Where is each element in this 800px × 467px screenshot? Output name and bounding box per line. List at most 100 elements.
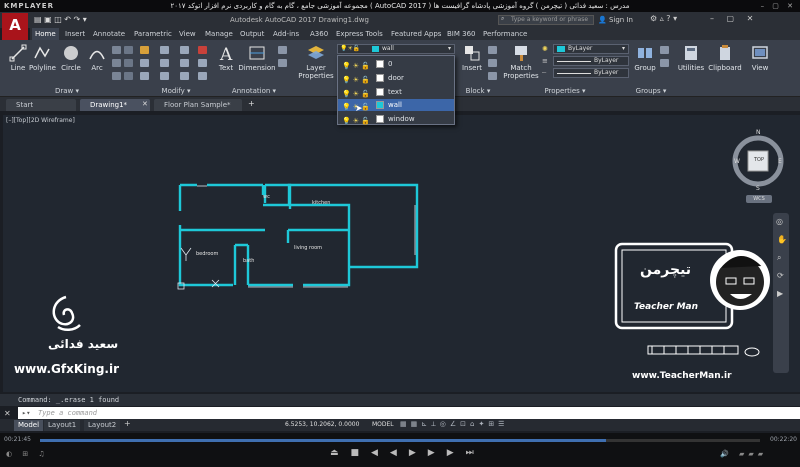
tab-output[interactable]: Output (237, 28, 267, 40)
volume-icon[interactable]: 🔊 ▰▰▰ (720, 450, 767, 458)
move-icon[interactable] (140, 46, 149, 54)
view-button[interactable]: View (748, 44, 772, 72)
match-properties-button[interactable]: Match Properties (503, 44, 539, 80)
wcs-button[interactable]: WCS (746, 195, 772, 203)
doc-tab-floor-plan[interactable]: Floor Plan Sample* (154, 99, 242, 111)
model-space-button[interactable]: MODEL (372, 421, 394, 428)
hatch-icon[interactable] (112, 59, 121, 67)
linetype-combo[interactable]: ByLayer (553, 68, 629, 78)
panel-block-label[interactable]: Block ▾ (456, 86, 500, 96)
line-button[interactable]: Line (8, 44, 28, 72)
tab-express-tools[interactable]: Express Tools (333, 28, 386, 40)
app-menu-button[interactable]: A (2, 13, 28, 40)
viewcube-n[interactable]: N (756, 129, 761, 136)
explode-icon[interactable] (198, 59, 207, 67)
copy-icon[interactable] (140, 59, 149, 67)
viewcube-e[interactable]: E (778, 158, 782, 165)
tab-a360[interactable]: A360 (307, 28, 331, 40)
lineweight-combo[interactable]: ByLayer (553, 56, 629, 66)
tab-annotate[interactable]: Annotate (90, 28, 128, 40)
doc-tab-start[interactable]: Start (6, 99, 76, 111)
steering-wheel-icon[interactable]: ◎ (776, 217, 783, 226)
boundary-icon[interactable] (112, 72, 121, 80)
layer-item[interactable]: 💡☀🔓 door (338, 72, 454, 84)
leader-icon[interactable] (278, 46, 287, 54)
mirror-icon[interactable] (160, 59, 169, 67)
tab-insert[interactable]: Insert (62, 28, 88, 40)
command-close-icon[interactable]: ✕ (4, 409, 11, 418)
gradient-icon[interactable] (124, 59, 133, 67)
signin-button[interactable]: 👤 Sign In (598, 14, 633, 26)
color-combo[interactable]: ByLayer ▾ (553, 44, 629, 54)
viewcube-w[interactable]: W (734, 158, 740, 165)
rectangle-icon[interactable] (112, 46, 121, 54)
panel-groups-label[interactable]: Groups ▾ (630, 86, 672, 96)
playback-controls[interactable]: ⏏■◀◀▶▶▶⏭ (330, 448, 486, 458)
layer-item[interactable]: 💡☀🔓 window (338, 113, 454, 125)
command-input[interactable]: ▸▾ Type a command (18, 407, 800, 419)
viewcube-s[interactable]: S (756, 185, 760, 192)
viewport-controls[interactable]: [–][Top][2D Wireframe] (6, 117, 75, 124)
quick-access-toolbar-icon[interactable]: ▤ ▣ ◫ ↶ ↷ ▾ (34, 12, 87, 28)
draw-more-icon[interactable] (124, 46, 133, 54)
panel-properties-label[interactable]: Properties ▾ (500, 86, 630, 96)
layout-tab-layout2[interactable]: Layout2 (84, 420, 121, 431)
offset-icon[interactable] (198, 72, 207, 80)
new-tab-icon[interactable]: + (248, 99, 255, 108)
layer-item[interactable]: 💡☀🔓 text (338, 86, 454, 98)
arc-button[interactable]: Arc (88, 44, 106, 72)
doc-tab-drawing1[interactable]: Drawing1* (80, 99, 150, 111)
fillet-icon[interactable] (180, 59, 189, 67)
trim-icon[interactable] (180, 46, 189, 54)
tab-view[interactable]: View (176, 28, 199, 40)
player-window-controls[interactable]: – ▢ ✕ (761, 0, 796, 12)
layer-properties-button[interactable]: Layer Properties (298, 44, 334, 80)
panel-annotation-label[interactable]: Annotation ▾ (216, 86, 292, 96)
panel-modify-label[interactable]: Modify ▾ (136, 86, 216, 96)
tab-bim360[interactable]: BIM 360 (444, 28, 479, 40)
array-icon[interactable] (180, 72, 189, 80)
window-controls[interactable]: – ▢ ✕ (710, 14, 758, 23)
clipboard-button[interactable]: Clipboard (708, 44, 742, 72)
insert-button[interactable]: Insert (460, 44, 484, 72)
layer-item[interactable]: 💡☀🔓 0 (338, 58, 454, 70)
tab-parametric[interactable]: Parametric (131, 28, 175, 40)
help-icon[interactable]: ⚙ ▵ ? ▾ (650, 14, 677, 23)
layer-color-swatch (376, 115, 384, 123)
close-icon[interactable]: ✕ (142, 100, 148, 108)
edit-block-icon[interactable] (488, 59, 497, 67)
layout-tab-layout1[interactable]: Layout1 (44, 420, 81, 431)
player-left-icons[interactable]: ◐ ⊞ ♫ (6, 450, 49, 458)
status-toggle-icons[interactable]: ▦▦⊾⟂◎∠⊡⌂✦⊞☰ (400, 420, 508, 429)
tab-home[interactable]: Home (32, 28, 59, 40)
rotate-icon[interactable] (160, 46, 169, 54)
layout-tab-model[interactable]: Model (14, 420, 44, 431)
dimension-button[interactable]: Dimension (238, 44, 276, 72)
stretch-icon[interactable] (140, 72, 149, 80)
circle-button[interactable]: Circle (60, 44, 82, 72)
polyline-button[interactable]: Polyline (29, 44, 56, 72)
group-button[interactable]: Group (633, 44, 657, 72)
scale-icon[interactable] (160, 72, 169, 80)
create-block-icon[interactable] (488, 46, 497, 54)
coordinates-readout[interactable]: 6.5253, 10.2062, 0.0000 (285, 421, 359, 428)
block-attributes-icon[interactable] (488, 72, 497, 80)
lineweight-preview (557, 61, 591, 62)
layer-dropdown[interactable]: 💡☀🔓 0 💡☀🔓 door 💡☀🔓 text 💡☀🔓 wall 💡☀🔓 window (337, 55, 455, 125)
ungroup-icon[interactable] (660, 46, 669, 54)
tab-addins[interactable]: Add-ins (270, 28, 302, 40)
text-button[interactable]: A Text (216, 44, 236, 72)
erase-icon[interactable] (198, 46, 207, 54)
viewcube-top[interactable]: TOP (754, 157, 764, 163)
layer-combo[interactable]: 💡☀🔓 wall ▾ (337, 44, 455, 54)
add-layout-icon[interactable]: + (124, 419, 131, 428)
region-icon[interactable] (124, 72, 133, 80)
panel-draw-label[interactable]: Draw ▾ (0, 86, 134, 96)
tab-featured-apps[interactable]: Featured Apps (388, 28, 444, 40)
utilities-button[interactable]: Utilities (676, 44, 706, 72)
table-icon[interactable] (278, 59, 287, 67)
tab-performance[interactable]: Performance (480, 28, 530, 40)
search-input[interactable]: Type a keyword or phrase (498, 15, 594, 25)
tab-manage[interactable]: Manage (202, 28, 236, 40)
group-edit-icon[interactable] (660, 59, 669, 67)
